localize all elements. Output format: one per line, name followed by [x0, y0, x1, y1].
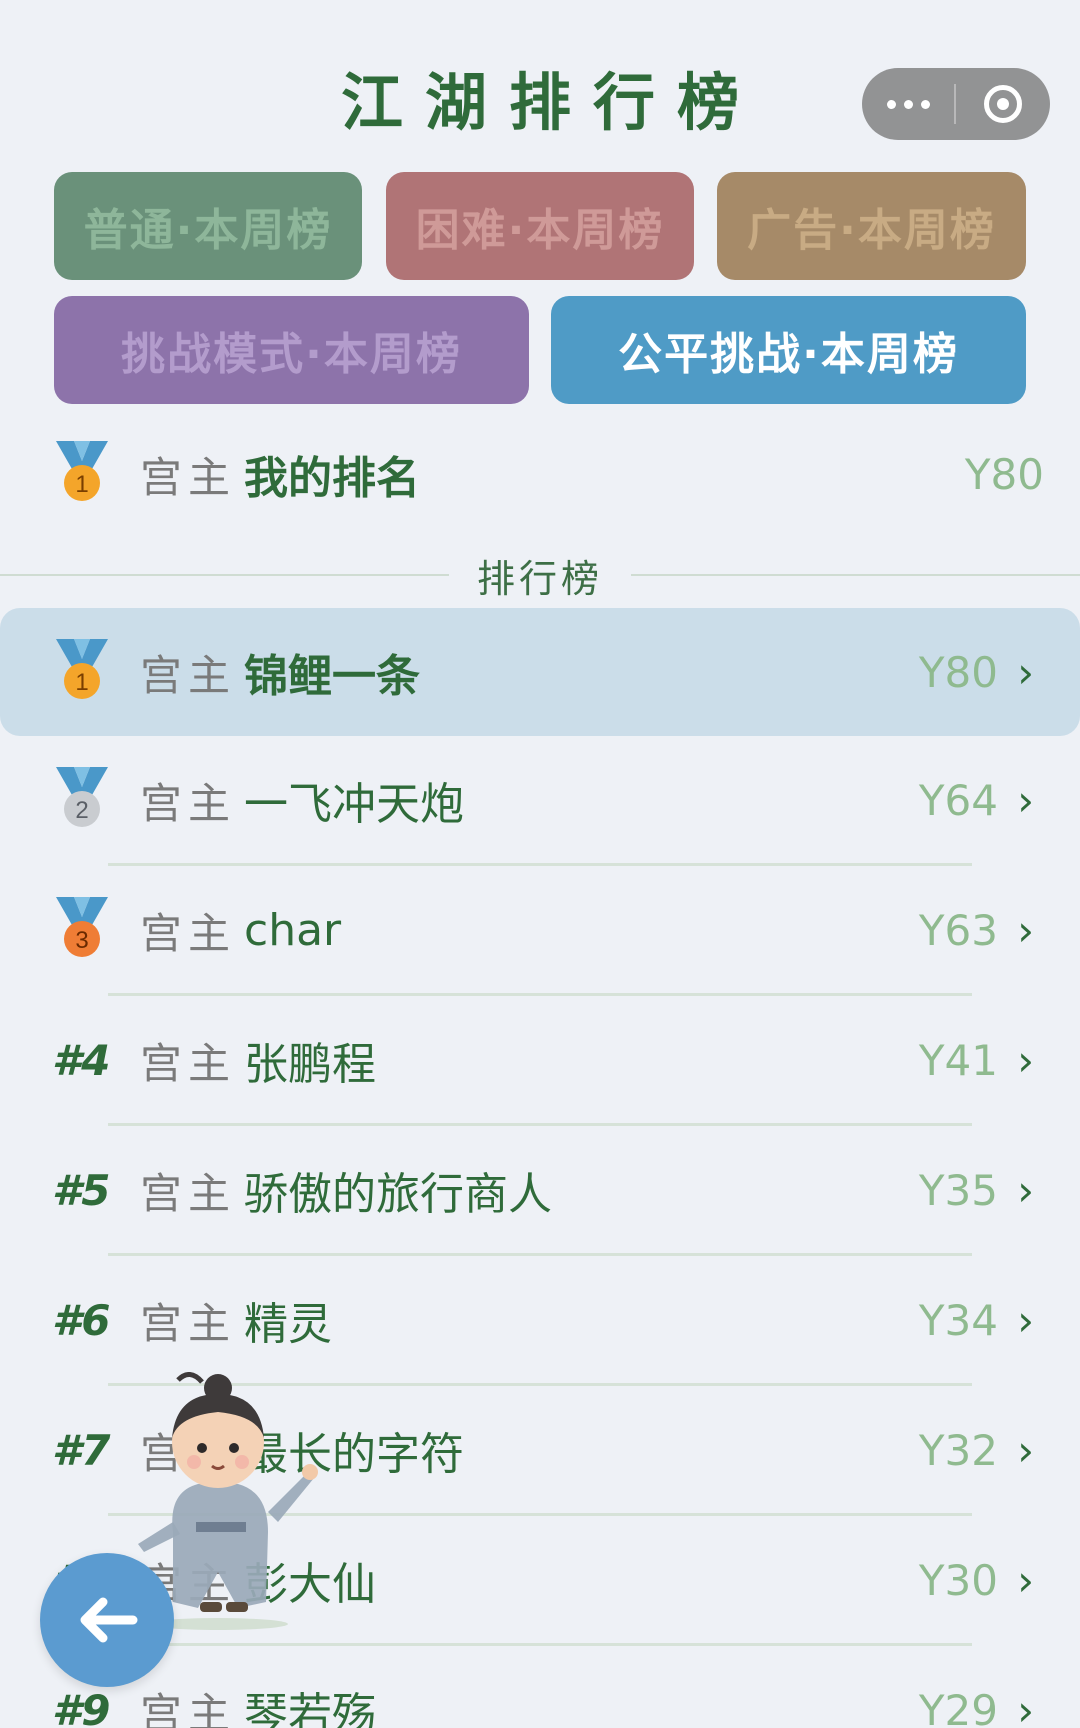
gold-medal-icon: 1 [56, 441, 108, 501]
list-item-6[interactable]: #6 宫主 精灵 Y34 › [0, 1256, 1080, 1384]
gold-medal-icon: 1 [56, 639, 108, 699]
role-label: 宫主 [140, 1298, 237, 1348]
player-name: char [244, 904, 342, 956]
chevron-right-icon: › [1017, 1685, 1034, 1728]
chevron-right-icon: › [1017, 1425, 1034, 1475]
player-name: 精灵 [244, 1299, 332, 1350]
player-score: Y32 [918, 1425, 998, 1475]
rank-number: #5 [52, 1165, 111, 1215]
bronze-medal-icon: 3 [56, 897, 108, 957]
player-score: Y35 [918, 1165, 998, 1215]
chevron-right-icon: › [1017, 1035, 1034, 1085]
role-label: 宫主 [140, 650, 237, 700]
my-rank-score: Y80 [964, 449, 1044, 499]
player-score: Y34 [918, 1295, 998, 1345]
chevron-right-icon: › [1017, 905, 1034, 955]
role-label: 宫主 [140, 452, 237, 502]
tab-ad-weekly[interactable]: 广告·本周榜 [717, 172, 1026, 280]
player-score: Y29 [918, 1685, 998, 1728]
svg-text:3: 3 [75, 927, 88, 954]
rank-number: #4 [52, 1035, 111, 1085]
rank-number: #7 [52, 1425, 111, 1475]
player-name: 一飞冲天炮 [244, 779, 464, 830]
role-label: 宫主 [140, 778, 237, 828]
player-score: Y63 [918, 905, 998, 955]
tab-hard-weekly[interactable]: 困难·本周榜 [386, 172, 694, 280]
chevron-right-icon: › [1017, 647, 1034, 697]
player-name: 张鹏程 [244, 1039, 376, 1090]
player-name: 琴若殇 [244, 1689, 376, 1728]
list-item-1[interactable]: 1 宫主 锦鲤一条 Y80 › [0, 608, 1080, 736]
svg-text:2: 2 [75, 797, 88, 824]
my-rank-name: 我的排名 [244, 453, 420, 504]
record-target-icon[interactable] [956, 85, 1050, 123]
tab-challenge-weekly[interactable]: 挑战模式·本周榜 [54, 296, 529, 404]
player-score: Y80 [918, 647, 998, 697]
chevron-right-icon: › [1017, 1165, 1034, 1215]
silver-medal-icon: 2 [56, 767, 108, 827]
chevron-right-icon: › [1017, 775, 1034, 825]
my-rank-row: 1 宫主 我的排名 Y80 [0, 410, 1080, 538]
player-score: Y41 [918, 1035, 998, 1085]
chevron-right-icon: › [1017, 1555, 1034, 1605]
more-dots-icon[interactable] [862, 68, 954, 140]
arrow-left-icon [80, 1597, 138, 1643]
rank-number: #6 [52, 1295, 111, 1345]
role-label: 宫主 [140, 908, 237, 958]
mini-program-capsule [862, 68, 1050, 140]
back-button[interactable] [40, 1553, 174, 1687]
player-name: 骄傲的旅行商人 [244, 1169, 552, 1220]
svg-text:1: 1 [75, 471, 88, 498]
role-label: 宫主 [140, 1688, 237, 1728]
tab-fair-challenge-weekly[interactable]: 公平挑战·本周榜 [551, 296, 1026, 404]
tab-normal-weekly[interactable]: 普通·本周榜 [54, 172, 362, 280]
rank-number: #9 [52, 1685, 111, 1728]
section-label: 排行榜 [477, 556, 604, 601]
list-item-2[interactable]: 2 宫主 一飞冲天炮 Y64 › [0, 736, 1080, 864]
list-item-9[interactable]: #9 宫主 琴若殇 Y29 › [0, 1646, 1080, 1728]
player-score: Y64 [918, 775, 998, 825]
section-divider: 排行榜 [0, 550, 1080, 601]
role-label: 宫主 [140, 1038, 237, 1088]
player-score: Y30 [918, 1555, 998, 1605]
svg-text:1: 1 [75, 669, 88, 696]
chevron-right-icon: › [1017, 1295, 1034, 1345]
role-label: 宫主 [140, 1168, 237, 1218]
list-item-3[interactable]: 3 宫主 char Y63 › [0, 866, 1080, 994]
player-name: 锦鲤一条 [244, 651, 420, 702]
list-item-5[interactable]: #5 宫主 骄傲的旅行商人 Y35 › [0, 1126, 1080, 1254]
list-item-4[interactable]: #4 宫主 张鹏程 Y41 › [0, 996, 1080, 1124]
